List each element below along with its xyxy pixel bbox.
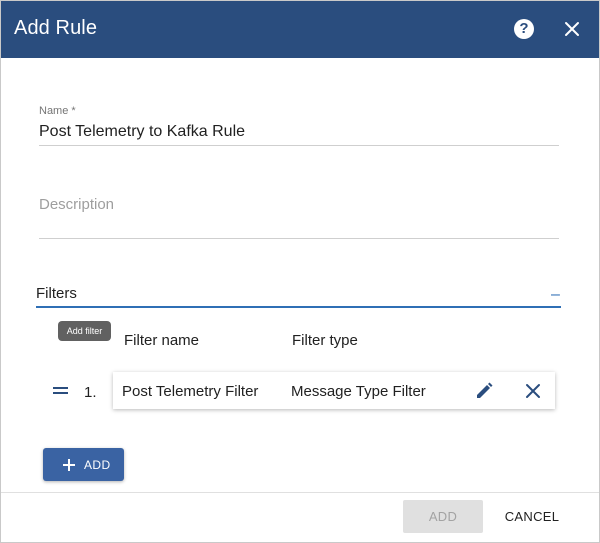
- add-filter-tooltip: Add filter: [58, 321, 111, 341]
- add-filter-button-label: ADD: [84, 458, 111, 472]
- filter-row: Post Telemetry Filter Message Type Filte…: [113, 372, 555, 409]
- collapse-icon[interactable]: –: [551, 286, 560, 304]
- add-filter-button[interactable]: ADD: [43, 448, 124, 481]
- filter-row-type: Message Type Filter: [291, 383, 426, 400]
- remove-icon[interactable]: [522, 380, 544, 402]
- add-rule-button[interactable]: ADD: [403, 500, 483, 533]
- description-input[interactable]: Description: [39, 196, 114, 213]
- filter-row-index: 1.: [84, 384, 97, 401]
- name-label: Name *: [39, 105, 76, 117]
- dialog-header: Add Rule ?: [1, 1, 599, 58]
- cancel-button[interactable]: CANCEL: [497, 500, 567, 533]
- filters-underline: [36, 306, 561, 308]
- name-input[interactable]: Post Telemetry to Kafka Rule: [39, 123, 245, 141]
- add-rule-dialog: Add Rule ? Name * Post Telemetry to Kafk…: [0, 0, 600, 543]
- filter-row-name: Post Telemetry Filter: [122, 383, 259, 400]
- column-header-filter-name: Filter name: [124, 332, 200, 349]
- column-header-filter-type: Filter type: [292, 332, 358, 349]
- description-underline: [39, 238, 559, 239]
- filters-section-title[interactable]: Filters: [36, 285, 77, 302]
- edit-icon[interactable]: [473, 380, 495, 402]
- name-underline: [39, 145, 559, 146]
- plus-icon: [63, 459, 75, 471]
- close-icon[interactable]: [561, 18, 583, 40]
- drag-handle-icon[interactable]: [53, 387, 68, 395]
- help-icon[interactable]: ?: [514, 19, 534, 39]
- footer-divider: [1, 492, 599, 493]
- dialog-title: Add Rule: [14, 17, 98, 39]
